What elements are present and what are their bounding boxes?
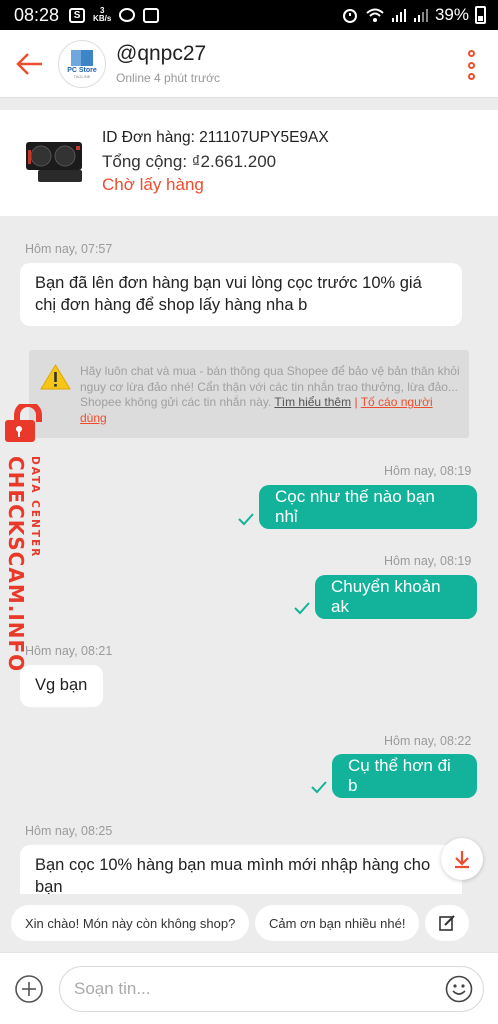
watermark: DATA CENTER CHECKSCAM.INFO [0, 404, 52, 672]
order-id: ID Đơn hàng: 211107UPY5E9AX [102, 129, 329, 146]
back-arrow-icon[interactable] [14, 48, 46, 80]
network-speed: 3 KB/s [93, 6, 112, 23]
battery-percent: 39% [434, 5, 469, 24]
message-input[interactable] [74, 967, 434, 1011]
message-timestamp: Hôm nay, 08:22 [384, 734, 472, 748]
order-status: Chờ lấy hàng [102, 175, 204, 194]
signal-icon [391, 9, 406, 22]
message-incoming[interactable]: Bạn đã lên đơn hàng bạn vui lòng cọc trư… [20, 263, 462, 326]
message-timestamp: Hôm nay, 07:57 [25, 242, 113, 256]
message-timestamp: Hôm nay, 08:19 [384, 554, 472, 568]
watermark-data-center: DATA CENTER [29, 456, 41, 559]
scroll-down-icon [455, 851, 469, 869]
warning-icon [40, 364, 71, 390]
watermark-checkscam: CHECKSCAM.INFO [4, 456, 28, 673]
avatar-tagline: TAGLINE [73, 73, 91, 79]
message-timestamp: Hôm nay, 08:25 [25, 824, 113, 838]
edit-icon [439, 915, 455, 931]
message-incoming[interactable]: Vg bạn [20, 665, 103, 707]
lock-logo-icon [5, 404, 42, 442]
message-outgoing[interactable]: Chuyển khoản ak [315, 575, 477, 619]
chat-header: PC Store TAGLINE @qnpc27 Online 4 phút t… [0, 30, 498, 98]
quick-reply-chip[interactable]: Xin chào! Món này còn không shop? [11, 905, 250, 941]
product-thumbnail [26, 142, 82, 182]
check-icon [238, 513, 254, 526]
learn-more-link[interactable]: Tìm hiểu thêm [274, 395, 351, 409]
check-icon [311, 781, 327, 794]
quick-reply-chip[interactable]: Cảm ơn bạn nhiều nhé! [255, 905, 420, 941]
more-icon[interactable] [466, 50, 476, 80]
signal-icon-2 [413, 9, 428, 22]
order-total: Tổng cộng: ₫2.661.200 [102, 152, 277, 171]
shopee-notification-icon: S [69, 7, 86, 23]
shop-name[interactable]: @qnpc27 [116, 42, 206, 66]
status-system-icons: 39% [341, 0, 486, 30]
avatar-brand: PC Store [67, 66, 97, 74]
message-input-box [59, 966, 484, 1012]
check-icon [294, 602, 310, 615]
emoji-icon[interactable] [445, 975, 473, 1003]
scroll-down-button[interactable] [441, 838, 483, 880]
order-card[interactable]: ID Đơn hàng: 211107UPY5E9AX Tổng cộng: ₫… [0, 110, 498, 216]
warning-text: Hãy luôn chat và mua - bán thông qua Sho… [80, 364, 460, 425]
safety-warning: Hãy luôn chat và mua - bán thông qua Sho… [29, 350, 469, 438]
alarm-icon [342, 9, 357, 23]
plus-icon[interactable] [14, 974, 44, 1004]
edit-quick-replies-button[interactable] [425, 905, 469, 941]
quick-replies: Xin chào! Món này còn không shop? Cảm ơn… [0, 894, 498, 952]
message-timestamp: Hôm nay, 08:19 [384, 464, 472, 478]
image-notification-icon [143, 7, 160, 23]
battery-icon [475, 6, 486, 24]
composer-bar [0, 952, 498, 1024]
status-bar: 08:28 S 3 KB/s 39% [0, 0, 498, 30]
message-outgoing[interactable]: Cụ thể hơn đi b [332, 754, 477, 798]
message-outgoing[interactable]: Cọc như thế nào bạn nhỉ [259, 485, 477, 529]
status-notification-icons: S 3 KB/s [69, 6, 160, 23]
wifi-icon [366, 8, 384, 22]
status-time: 08:28 [14, 4, 60, 25]
shop-avatar[interactable]: PC Store TAGLINE [58, 40, 106, 88]
chat-notification-icon [119, 8, 136, 22]
store-logo-icon [71, 49, 93, 66]
message-incoming[interactable]: Bạn cọc 10% hàng bạn mua mình mới nhập h… [20, 845, 462, 894]
online-status: Online 4 phút trước [116, 71, 220, 85]
